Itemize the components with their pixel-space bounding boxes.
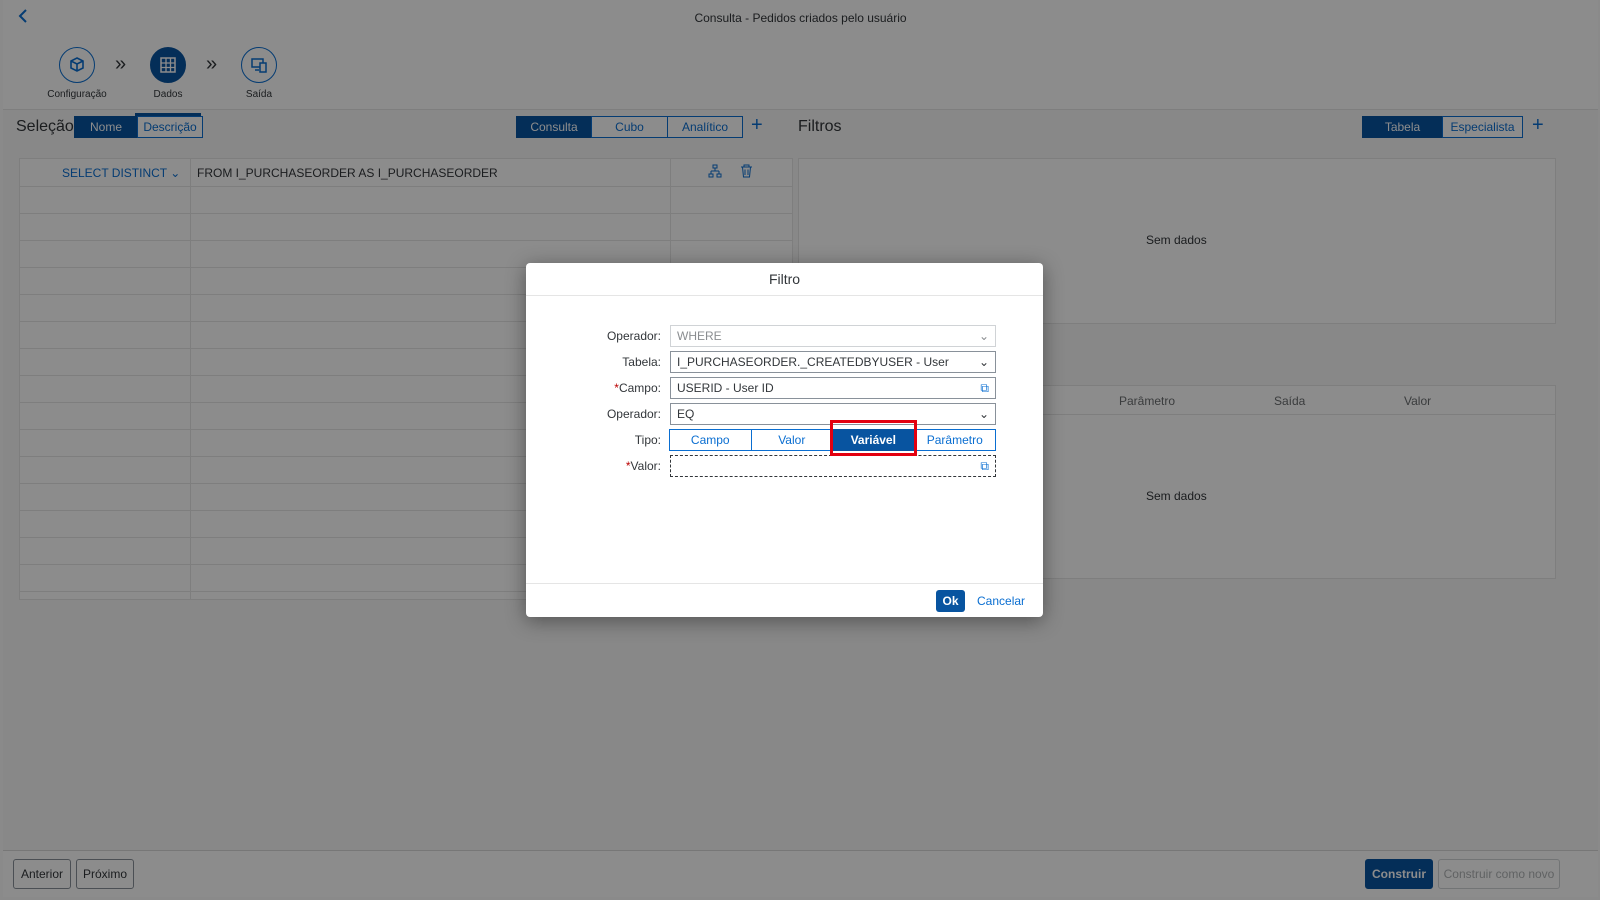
tabela-value: I_PURCHASEORDER._CREATEDBYUSER - User <box>677 355 949 369</box>
tabela-label: Tabela: <box>622 355 661 369</box>
chevron-down-icon: ⌄ <box>978 329 989 343</box>
ok-button[interactable]: Ok <box>936 590 965 612</box>
tipo-parametro-button[interactable]: Parâmetro <box>913 429 996 451</box>
form-row-tipo: Tipo: Campo Valor Variável Parâmetro <box>526 429 1043 451</box>
valor-label: *Valor: <box>625 459 661 473</box>
tipo-campo-button[interactable]: Campo <box>669 429 752 451</box>
operador-select-disabled: WHERE ⌄ <box>670 325 996 347</box>
valor-input[interactable]: ⧉ <box>670 455 996 477</box>
operador-value: EQ <box>677 407 695 421</box>
value-help-icon[interactable]: ⧉ <box>980 456 989 476</box>
form-row-operador: Operador: WHERE ⌄ <box>526 325 1043 347</box>
operador-value: WHERE <box>677 329 722 343</box>
operador-label: Operador: <box>606 407 661 421</box>
campo-label: *Campo: <box>614 381 661 395</box>
form-row-campo: *Campo: USERID - User ID ⧉ <box>526 377 1043 399</box>
form-row-valor: *Valor: ⧉ <box>526 455 1043 477</box>
chevron-down-icon[interactable]: ⌄ <box>979 404 989 424</box>
dialog-footer: Ok Cancelar <box>526 583 1043 617</box>
dialog-title: Filtro <box>526 263 1043 296</box>
tipo-label: Tipo: <box>634 433 661 447</box>
campo-value: USERID - User ID <box>677 381 774 395</box>
highlight-annotation <box>830 420 917 456</box>
cancel-button[interactable]: Cancelar <box>977 594 1025 608</box>
value-help-icon[interactable]: ⧉ <box>980 378 989 398</box>
filter-dialog: Filtro Operador: WHERE ⌄ Tabela: I_PURCH… <box>526 263 1043 617</box>
form-row-operador-2: Operador: EQ ⌄ <box>526 403 1043 425</box>
campo-input[interactable]: USERID - User ID ⧉ <box>670 377 996 399</box>
form-row-tabela: Tabela: I_PURCHASEORDER._CREATEDBYUSER -… <box>526 351 1043 373</box>
tipo-valor-button[interactable]: Valor <box>750 429 833 451</box>
chevron-down-icon[interactable]: ⌄ <box>979 352 989 372</box>
tabela-select[interactable]: I_PURCHASEORDER._CREATEDBYUSER - User ⌄ <box>670 351 996 373</box>
operador-label: Operador: <box>606 329 661 343</box>
